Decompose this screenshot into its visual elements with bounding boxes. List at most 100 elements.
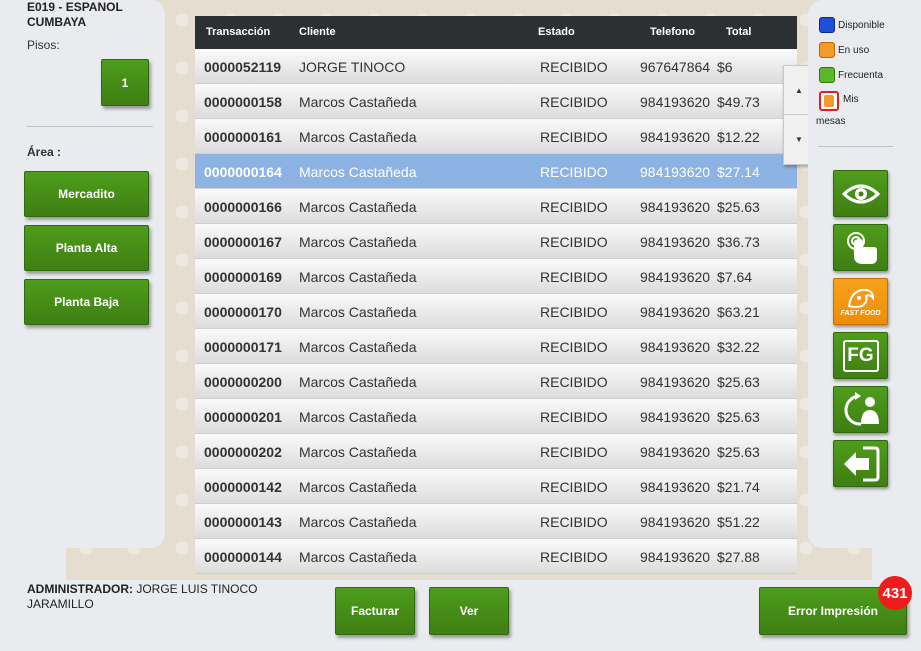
cell-cliente: Marcos Castañeda (299, 304, 417, 320)
table-header: Transacción Cliente Estado Telefono Tota… (195, 16, 797, 49)
legend-en-uso: En uso (819, 42, 869, 58)
fast-food-text: FAST FOOD (840, 310, 881, 317)
table-row[interactable]: 0000000167 Marcos Castañeda RECIBIDO 984193… (195, 224, 797, 259)
area-button-mercadito[interactable]: Mercadito (24, 171, 149, 217)
cell-cliente: Marcos Castañeda (299, 94, 417, 110)
transactions-table: Transacción Cliente Estado Telefono Tota… (195, 16, 797, 580)
cell-cliente: JORGE TINOCO (299, 59, 406, 75)
admin-name-line2: JARAMILLO (27, 597, 94, 611)
area-button-planta-alta[interactable]: Planta Alta (24, 225, 149, 271)
cell-transaccion: 0000000166 (204, 199, 282, 215)
fast-food-button[interactable]: FAST FOOD (833, 278, 888, 325)
cell-total: $25.63 (717, 374, 760, 390)
cell-telefono: 984193620 (640, 549, 711, 565)
store-name: E019 - ESPANOL CUMBAYA (27, 0, 157, 30)
cell-cliente: Marcos Castañeda (299, 164, 417, 180)
cell-total: $32.22 (717, 339, 760, 355)
table-row[interactable]: 0000000169 Marcos Castañeda RECIBIDO 984193… (195, 259, 797, 294)
cell-total: $25.63 (717, 444, 760, 460)
table-row[interactable]: 0000000170 Marcos Castañeda RECIBIDO 984193… (195, 294, 797, 329)
cell-cliente: Marcos Castañeda (299, 514, 417, 530)
cell-estado: RECIBIDO (540, 94, 608, 110)
table-row[interactable]: 0000000161 Marcos Castañeda RECIBIDO 984193… (195, 119, 797, 154)
legend-swatch-disponible (819, 17, 835, 33)
cell-estado: RECIBIDO (540, 199, 608, 215)
cell-estado: RECIBIDO (540, 479, 608, 495)
cell-estado: RECIBIDO (540, 269, 608, 285)
cell-total: $36.73 (717, 234, 760, 250)
area-label: Área : (27, 145, 62, 159)
table-row[interactable]: 0000052119 JORGE TINOCO RECIBIDO 967647864 $… (195, 49, 797, 84)
table-row[interactable]: 0000000143 Marcos Castañeda RECIBIDO 984193… (195, 504, 797, 539)
cell-transaccion: 0000000169 (204, 269, 282, 285)
cell-cliente: Marcos Castañeda (299, 549, 417, 565)
legend-label-frecuenta: Frecuenta (838, 69, 884, 81)
exit-button[interactable] (833, 440, 888, 487)
ver-button[interactable]: Ver (429, 587, 509, 635)
table-row[interactable]: 0000000158 Marcos Castañeda RECIBIDO 984193… (195, 84, 797, 119)
cell-transaccion: 0000000158 (204, 94, 282, 110)
view-button[interactable] (833, 170, 888, 217)
cell-telefono: 984193620 (640, 129, 711, 145)
divider-right (818, 146, 893, 147)
cell-transaccion: 0000000167 (204, 234, 282, 250)
floor-1-button[interactable]: 1 (101, 59, 149, 106)
cell-cliente: Marcos Castañeda (299, 374, 417, 390)
cell-telefono: 984193620 (640, 199, 711, 215)
cell-total: $63.21 (717, 304, 760, 320)
cell-telefono: 984193620 (640, 514, 711, 530)
legend-label-en-uso: En uso (838, 44, 870, 56)
facturar-button[interactable]: Facturar (335, 587, 415, 635)
table-row[interactable]: 0000000142 Marcos Castañeda RECIBIDO 984193… (195, 469, 797, 504)
cell-estado: RECIBIDO (540, 304, 608, 320)
legend-label-mis-mesas: Mis mesas (816, 94, 859, 127)
cell-telefono: 984193620 (640, 339, 711, 355)
table-row[interactable]: 0000000202 Marcos Castañeda RECIBIDO 984193… (195, 434, 797, 469)
cell-telefono: 984193620 (640, 304, 711, 320)
admin-name: JORGE LUIS TINOCO (136, 582, 258, 596)
admin-info: ADMINISTRADOR: JORGE LUIS TINOCO JARAMIL… (27, 582, 257, 612)
cell-estado: RECIBIDO (540, 374, 608, 390)
cell-estado: RECIBIDO (540, 164, 608, 180)
cell-estado: RECIBIDO (540, 514, 608, 530)
table-row[interactable]: 0000000164 Marcos Castañeda RECIBIDO 984193… (195, 154, 797, 189)
cell-cliente: Marcos Castañeda (299, 234, 417, 250)
divider (27, 126, 153, 127)
cell-total: $27.14 (717, 164, 760, 180)
cell-total: $49.73 (717, 94, 760, 110)
exit-arrow-icon (843, 446, 879, 481)
cell-cliente: Marcos Castañeda (299, 409, 417, 425)
cell-estado: RECIBIDO (540, 444, 608, 460)
table-row[interactable]: 0000000201 Marcos Castañeda RECIBIDO 984193… (195, 399, 797, 434)
cell-telefono: 984193620 (640, 94, 711, 110)
cell-transaccion: 0000052119 (204, 59, 282, 75)
refresh-user-button[interactable] (833, 386, 888, 433)
touch-button[interactable] (833, 224, 888, 271)
table-row[interactable]: 0000000200 Marcos Castañeda RECIBIDO 984193… (195, 364, 797, 399)
cell-telefono: 984193620 (640, 479, 711, 495)
cell-transaccion: 0000000143 (204, 514, 282, 530)
cell-total: $25.63 (717, 409, 760, 425)
fg-button[interactable]: FG (833, 332, 888, 379)
cell-transaccion: 0000000201 (204, 409, 282, 425)
cell-estado: RECIBIDO (540, 409, 608, 425)
legend-frecuenta: Frecuenta (819, 67, 883, 83)
fg-icon: FG (842, 339, 879, 372)
cell-transaccion: 0000000161 (204, 129, 282, 145)
cell-cliente: Marcos Castañeda (299, 444, 417, 460)
cell-total: $7.64 (717, 269, 753, 285)
cell-total: $21.74 (717, 479, 760, 495)
cell-total: $6 (717, 59, 733, 75)
table-row[interactable]: 0000000166 Marcos Castañeda RECIBIDO 984193… (195, 189, 797, 224)
eye-icon (841, 184, 880, 203)
table-row[interactable]: 0000000144 Marcos Castañeda RECIBIDO 984193… (195, 539, 797, 574)
area-button-planta-baja[interactable]: Planta Baja (24, 279, 149, 325)
touch-hand-icon (846, 231, 877, 264)
cell-total: $51.22 (717, 514, 760, 530)
col-cliente: Cliente (299, 26, 336, 38)
cell-telefono: 984193620 (640, 374, 711, 390)
cell-estado: RECIBIDO (540, 339, 608, 355)
cell-total: $27.88 (717, 549, 760, 565)
cell-telefono: 984193620 (640, 234, 711, 250)
table-row[interactable]: 0000000171 Marcos Castañeda RECIBIDO 984193… (195, 329, 797, 364)
